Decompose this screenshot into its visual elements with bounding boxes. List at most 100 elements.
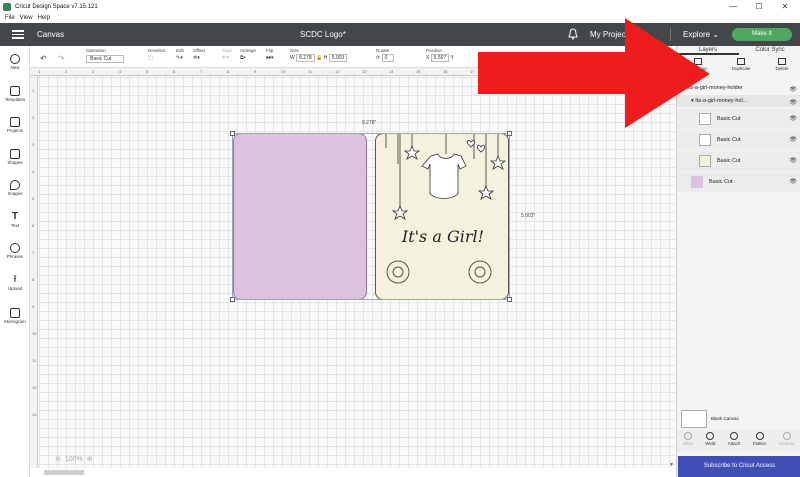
weld-button[interactable]: Weld [705,430,715,452]
ruler-tick-label: 7 [32,250,35,255]
eye-icon[interactable]: 👁 [789,97,797,109]
ruler-tick-label: 8 [227,69,230,74]
maximize-button[interactable]: ☐ [746,0,772,13]
selection-bounding-box[interactable] [232,133,510,300]
ruler-tick-label: 7 [200,69,203,74]
attach-button[interactable]: Attach [728,430,740,452]
horizontal-scrollbar[interactable] [44,470,84,475]
subscribe-button[interactable]: Subscribe to Cricut Access [678,456,800,477]
delete-button[interactable]: Delete [775,57,789,77]
make-it-button[interactable]: Make It [732,28,792,41]
height-label: H [323,55,328,61]
eye-icon[interactable]: 👁 [789,157,797,164]
ruler-tick-label: 6 [173,69,176,74]
sidebar-item-label: Monogram [4,319,26,324]
align-icon: ⊫▾ [222,55,229,61]
close-window-button[interactable]: ✕ [772,0,798,13]
eye-icon[interactable]: 👁 [789,178,797,185]
arrange-tool[interactable]: Arrange ⧉▾ [240,46,256,61]
zoom-in-icon[interactable]: ⊕ [87,455,93,463]
lock-icon[interactable]: 🔒 [316,55,322,61]
sidebar-item-label: Shapes [7,160,23,165]
ruler-tick-label: 4 [32,169,35,174]
sidebar-item-text[interactable]: T Text [0,211,30,229]
duplicate-button[interactable]: Duplicate [732,57,751,77]
ruler-tick-label: 12 [335,69,340,74]
deselect-tool[interactable]: Deselect ⬚ [148,46,166,61]
sidebar-item-label: Projects [6,128,24,133]
hamburger-menu-icon[interactable] [12,30,24,39]
window-title: Cricut Design Space v7.15.121 [15,3,98,10]
align-tool[interactable]: Align ⊫▾ [222,46,232,61]
sidebar-item-upload[interactable]: ⭱ Upload [0,274,30,292]
ruler-tick-label: 2 [65,69,68,74]
layer-thumbnail [699,134,711,146]
layer-color-swatch [691,176,703,188]
ruler-vertical [30,76,38,468]
x-input[interactable]: 5.597 [430,54,450,62]
flatten-button[interactable]: Flatten [753,430,767,452]
sidebar-item-new[interactable]: New [0,54,30,70]
ruler-tick-label: 2 [32,115,35,120]
contour-button[interactable]: Contour [779,430,795,452]
menu-file[interactable]: File [5,15,15,21]
position-fields: X 5.597 Y [426,54,454,62]
pen-icon: ✎▾ [176,55,183,61]
ruler-tick-label: 8 [32,277,35,282]
sidebar-item-phrases[interactable]: Phrases [0,243,30,259]
rotate-label: Rotate [376,48,390,53]
height-input[interactable]: 5.003 [328,54,348,62]
text-t-icon: T [11,211,19,222]
upload-arrow-icon: ⭱ [13,274,17,285]
ruler-tick-label: 13 [32,412,37,417]
redo-icon[interactable]: ↷ [58,54,65,63]
menu-help[interactable]: Help [38,15,50,21]
resize-handle-bottom-left[interactable] [230,297,235,302]
slice-button[interactable]: Slice [683,430,693,452]
eye-icon[interactable]: 👁 [789,115,797,122]
offset-tool[interactable]: Offset ✲▾ [193,46,205,61]
ruler-tick-label: 10 [281,69,286,74]
undo-icon[interactable]: ↶ [40,54,47,63]
flip-icon: ⧓▾ [266,55,274,61]
sidebar-item-templates[interactable]: Templates [0,86,30,102]
height-dimension-label: 5.003" [521,213,536,219]
tab-color-sync[interactable]: Color Sync [739,46,800,55]
rotate-input[interactable]: 0 [381,54,395,62]
resize-handle-top-left[interactable] [230,131,235,136]
layer-thumbnail [699,155,711,167]
menu-view[interactable]: View [20,15,33,21]
sidebar-item-projects[interactable]: Projects [0,117,30,133]
resize-handle-bottom-right[interactable] [507,297,512,302]
ruler-tick-label: 12 [32,385,37,390]
slice-label: Slice [683,441,693,446]
layer-name: Basic Cut [717,137,741,143]
edit-label: Edit [176,48,184,53]
sidebar-item-monogram[interactable]: Monogram [0,308,30,324]
sidebar-item-label: Upload [7,286,23,291]
speech-bubble-icon [10,243,20,253]
operation-select[interactable]: Basic Cut [86,55,124,63]
scroll-down-icon[interactable]: ▼ [669,462,674,468]
canvas-label: Canvas [37,30,65,39]
layer-row[interactable]: Basic Cut 👁 [677,151,800,171]
ruler-tick-label: 1 [38,69,41,74]
zoom-out-icon[interactable]: ⊖ [55,455,61,463]
x-label: X [426,55,430,61]
layer-row[interactable]: Basic Cut 👁 [677,172,800,192]
minimize-button[interactable]: — [720,0,746,13]
sidebar-item-shapes[interactable]: Shapes [0,149,30,165]
sidebar-item-label: New [10,65,20,70]
eye-icon[interactable]: 👁 [789,136,797,143]
blank-canvas-swatch[interactable] [681,410,707,428]
blank-canvas-label: Blank Canvas [711,416,739,421]
weld-icon [706,432,715,440]
slice-icon [684,432,693,440]
sidebar-item-images[interactable]: Images [0,180,30,196]
arrange-label: Arrange [240,48,257,53]
edit-tool[interactable]: Edit ✎▾ [176,46,184,61]
flatten-label: Flatten [752,441,767,446]
operation-control[interactable]: Operation Basic Cut [86,46,124,63]
flip-tool[interactable]: Flip ⧓▾ [266,46,274,61]
width-input[interactable]: 8.278 [296,54,315,62]
